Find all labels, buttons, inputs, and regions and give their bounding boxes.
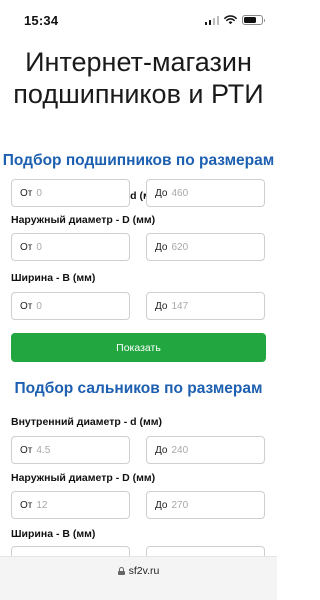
seals-inner-diameter-label: Внутренний диаметр - d (мм) bbox=[11, 416, 162, 428]
seals-outer-from-input[interactable]: От 12 bbox=[11, 491, 130, 519]
bearings-inner-to-input[interactable]: До 460 bbox=[146, 179, 265, 207]
browser-address-bar[interactable]: sf2v.ru bbox=[0, 556, 277, 600]
from-prefix: От bbox=[20, 499, 33, 511]
seals-outer-diameter-label: Наружный диаметр - D (мм) bbox=[11, 472, 156, 484]
page-title-line-2: подшипников и РТИ bbox=[13, 79, 264, 109]
bearings-section-title: Подбор подшипников по размерам bbox=[2, 152, 275, 169]
from-prefix: От bbox=[20, 241, 33, 253]
bearings-width-label: Ширина - B (мм) bbox=[11, 272, 96, 284]
status-bar: 15:34 bbox=[0, 0, 277, 44]
to-prefix: До bbox=[155, 187, 168, 199]
battery-icon bbox=[242, 15, 265, 25]
to-prefix: До bbox=[155, 444, 168, 456]
page-title: Интернет-магазин подшипников и РТИ bbox=[0, 46, 277, 110]
url-display[interactable]: sf2v.ru bbox=[0, 565, 277, 577]
seals-outer-to-input[interactable]: До 270 bbox=[146, 491, 265, 519]
status-time: 15:34 bbox=[24, 13, 59, 28]
seals-width-label: Ширина - B (мм) bbox=[11, 528, 96, 540]
placeholder-value: 620 bbox=[171, 241, 189, 253]
bearings-outer-to-input[interactable]: До 620 bbox=[146, 233, 265, 261]
seals-inner-to-input[interactable]: До 240 bbox=[146, 436, 265, 464]
placeholder-value: 0 bbox=[36, 241, 42, 253]
seals-inner-from-input[interactable]: От 4.5 bbox=[11, 436, 130, 464]
bearings-width-from-input[interactable]: От 0 bbox=[11, 292, 130, 320]
placeholder-value: 4.5 bbox=[36, 444, 51, 456]
status-icons bbox=[204, 15, 265, 25]
bearings-outer-diameter-label: Наружный диаметр - D (мм) bbox=[11, 214, 156, 226]
bearings-inner-from-input[interactable]: От 0 bbox=[11, 179, 130, 207]
placeholder-value: 460 bbox=[171, 187, 189, 199]
placeholder-value: 0 bbox=[36, 187, 42, 199]
bearings-outer-from-input[interactable]: От 0 bbox=[11, 233, 130, 261]
url-text: sf2v.ru bbox=[128, 565, 160, 577]
to-prefix: До bbox=[155, 300, 168, 312]
placeholder-value: 147 bbox=[171, 300, 189, 312]
placeholder-value: 12 bbox=[36, 499, 48, 511]
placeholder-value: 0 bbox=[36, 300, 42, 312]
show-button[interactable]: Показать bbox=[11, 333, 266, 362]
page-title-line-1: Интернет-магазин bbox=[25, 47, 252, 77]
to-prefix: До bbox=[155, 499, 168, 511]
from-prefix: От bbox=[20, 187, 33, 199]
from-prefix: От bbox=[20, 300, 33, 312]
to-prefix: До bbox=[155, 241, 168, 253]
cellular-signal-icon bbox=[204, 15, 219, 25]
wifi-icon bbox=[224, 15, 237, 25]
bearings-width-to-input[interactable]: До 147 bbox=[146, 292, 265, 320]
lock-icon bbox=[117, 567, 125, 575]
from-prefix: От bbox=[20, 444, 33, 456]
placeholder-value: 240 bbox=[171, 444, 189, 456]
seals-section-title: Подбор сальников по размерам bbox=[14, 380, 263, 397]
placeholder-value: 270 bbox=[171, 499, 189, 511]
